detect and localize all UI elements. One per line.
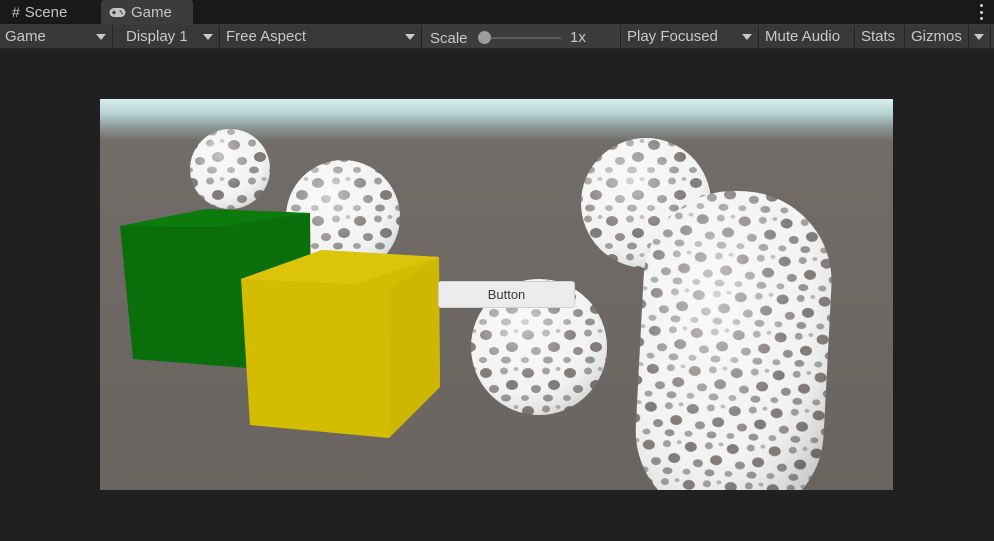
- yellow-cube[interactable]: [241, 250, 440, 438]
- scale-slider-track[interactable]: [479, 37, 561, 39]
- scale-slider-thumb[interactable]: [478, 31, 491, 44]
- mute-audio-button[interactable]: Mute Audio: [760, 25, 855, 48]
- play-mode-dropdown[interactable]: Play Focused: [622, 25, 759, 48]
- aspect-dropdown[interactable]: Free Aspect: [221, 25, 422, 48]
- more-options-icon[interactable]: [978, 4, 984, 20]
- scale-value: 1x: [570, 29, 586, 46]
- view-mode-value: Game: [5, 28, 46, 45]
- chevron-down-icon: [742, 34, 752, 40]
- display-dropdown[interactable]: Display 1: [114, 25, 220, 48]
- tab-scene-label: Scene: [24, 3, 68, 21]
- aspect-value: Free Aspect: [226, 28, 307, 45]
- gizmos-dropdown-icon[interactable]: [974, 34, 984, 40]
- gizmos-label: Gizmos: [911, 28, 962, 45]
- ui-button-label: Button: [487, 287, 526, 302]
- scale-control: Scale 1x: [423, 25, 621, 48]
- view-mode-dropdown[interactable]: Game: [0, 25, 113, 48]
- gizmos-button[interactable]: Gizmos: [906, 25, 991, 48]
- stats-button[interactable]: Stats: [856, 25, 905, 48]
- gamepad-icon: [109, 7, 126, 18]
- game-render-view[interactable]: Button: [100, 99, 893, 490]
- stats-label: Stats: [861, 28, 896, 45]
- ui-button[interactable]: Button: [438, 281, 575, 308]
- chevron-down-icon: [405, 34, 415, 40]
- tab-bar: # Scene Game: [0, 0, 994, 24]
- chevron-down-icon: [203, 34, 213, 40]
- grid-icon: #: [12, 4, 20, 20]
- mute-audio-label: Mute Audio: [765, 28, 841, 45]
- display-value: Display 1: [126, 28, 188, 45]
- capsule[interactable]: [631, 186, 836, 490]
- tab-game-label: Game: [131, 3, 172, 21]
- play-mode-value: Play Focused: [627, 28, 718, 45]
- tab-scene[interactable]: # Scene: [0, 0, 100, 24]
- sphere-small[interactable]: [190, 129, 270, 209]
- game-toolbar: Game Display 1 Free Aspect Scale 1x Play…: [0, 24, 994, 49]
- chevron-down-icon: [96, 34, 106, 40]
- tab-game[interactable]: Game: [101, 0, 193, 24]
- scale-label: Scale: [430, 30, 468, 47]
